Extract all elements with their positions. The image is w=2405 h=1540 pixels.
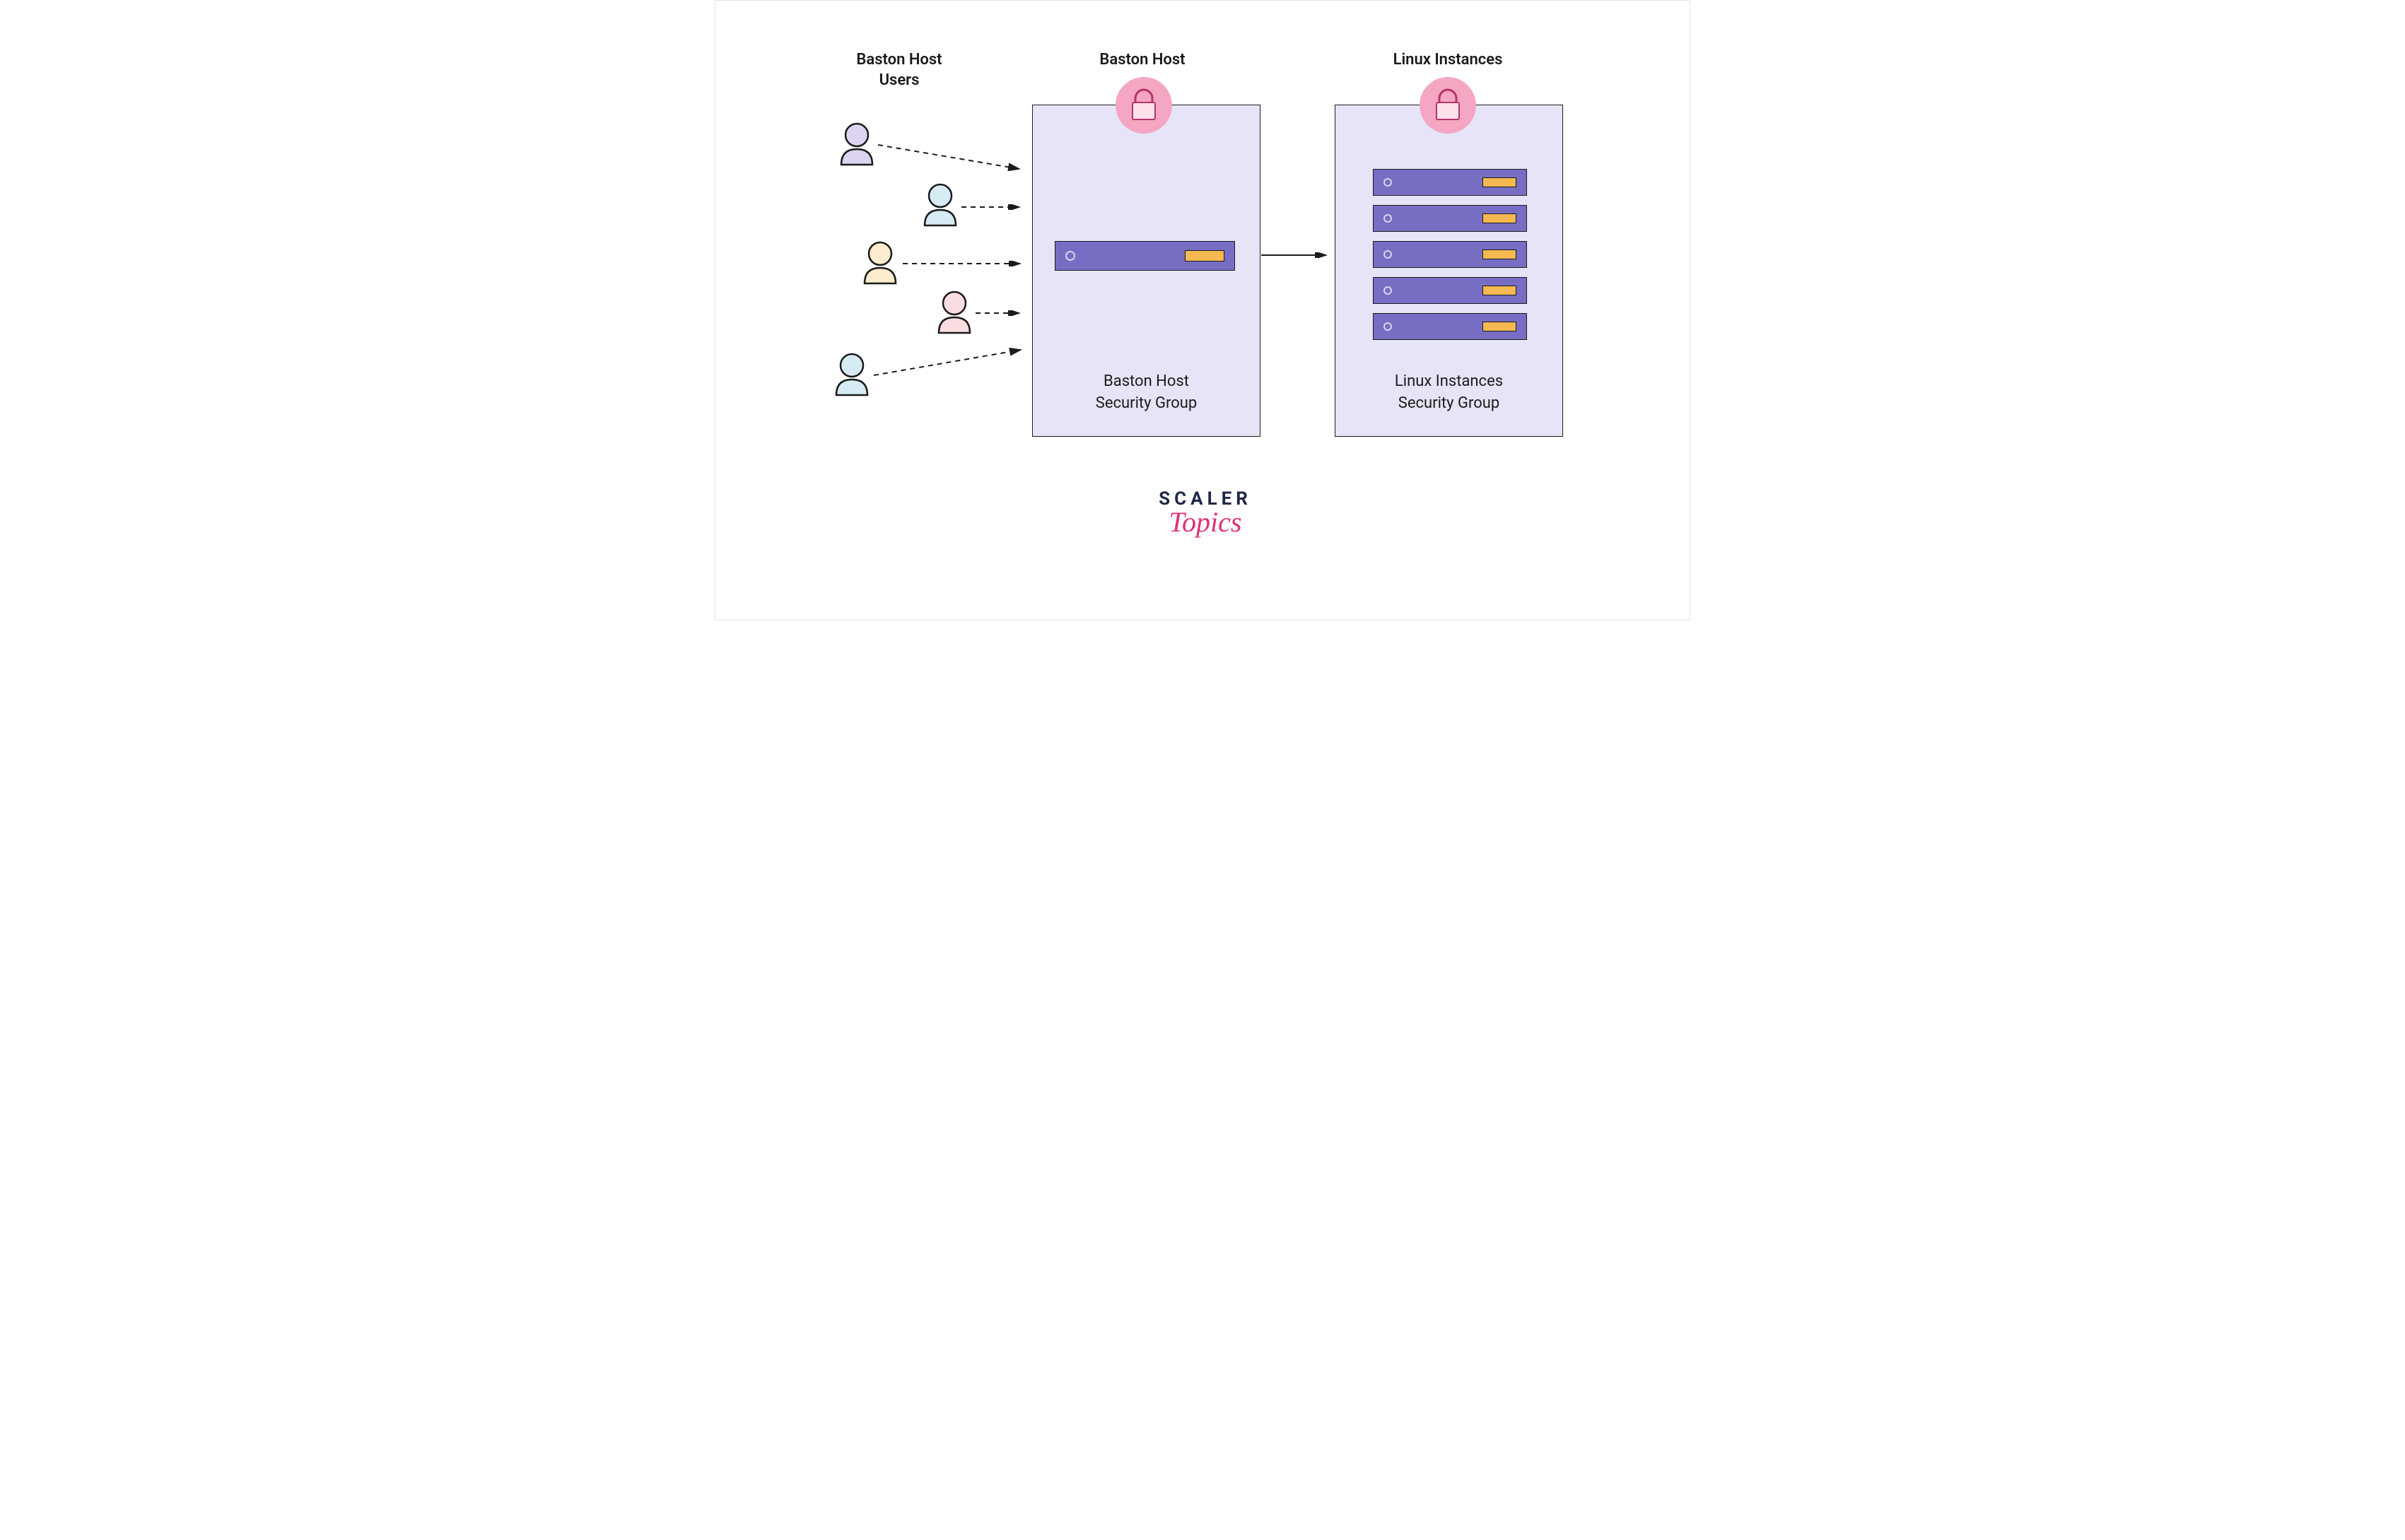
user-icon: [935, 290, 974, 337]
linux-server: [1373, 169, 1527, 196]
linux-header: Linux Instances: [1370, 50, 1526, 71]
lock-icon: [1116, 77, 1172, 134]
lock-icon: [1420, 77, 1476, 134]
bastion-header: Baston Host: [1065, 50, 1220, 71]
bastion-group-label: Baston Host Security Group: [1033, 371, 1260, 415]
server-led: [1383, 178, 1392, 187]
user-icon: [832, 353, 872, 399]
server-led: [1383, 250, 1392, 259]
linux-server: [1373, 313, 1527, 340]
server-led: [1383, 286, 1392, 295]
bastion-server: [1055, 241, 1235, 271]
bastion-security-group: Baston Host Security Group: [1032, 105, 1260, 437]
server-led: [1383, 322, 1392, 331]
user-arrow: [976, 310, 1026, 316]
user-arrow: [874, 347, 1028, 379]
server-slot: [1482, 322, 1516, 331]
server-led: [1065, 251, 1075, 261]
user-icon: [860, 241, 900, 288]
diagram-canvas: Baston Host Users Baston Host Linux Inst…: [715, 0, 1690, 621]
linux-server: [1373, 205, 1527, 232]
user-arrow: [903, 261, 1027, 266]
user-arrow: [878, 142, 1026, 177]
server-slot: [1482, 249, 1516, 259]
user-icon: [920, 183, 960, 230]
linux-security-group: Linux Instances Security Group: [1335, 105, 1563, 437]
linux-server: [1373, 277, 1527, 304]
server-slot: [1482, 286, 1516, 295]
scaler-topics-logo: SCALER Topics: [1135, 488, 1276, 539]
linux-server: [1373, 241, 1527, 268]
logo-bottom-text: Topics: [1135, 505, 1276, 539]
server-slot: [1185, 250, 1224, 261]
server-slot: [1482, 213, 1516, 223]
linux-group-label: Linux Instances Security Group: [1335, 371, 1562, 415]
bastion-to-linux-arrow: [1261, 252, 1333, 258]
server-led: [1383, 214, 1392, 223]
user-icon: [837, 122, 877, 169]
user-arrow: [961, 204, 1026, 210]
users-header: Baston Host Users: [821, 50, 977, 90]
server-slot: [1482, 177, 1516, 187]
